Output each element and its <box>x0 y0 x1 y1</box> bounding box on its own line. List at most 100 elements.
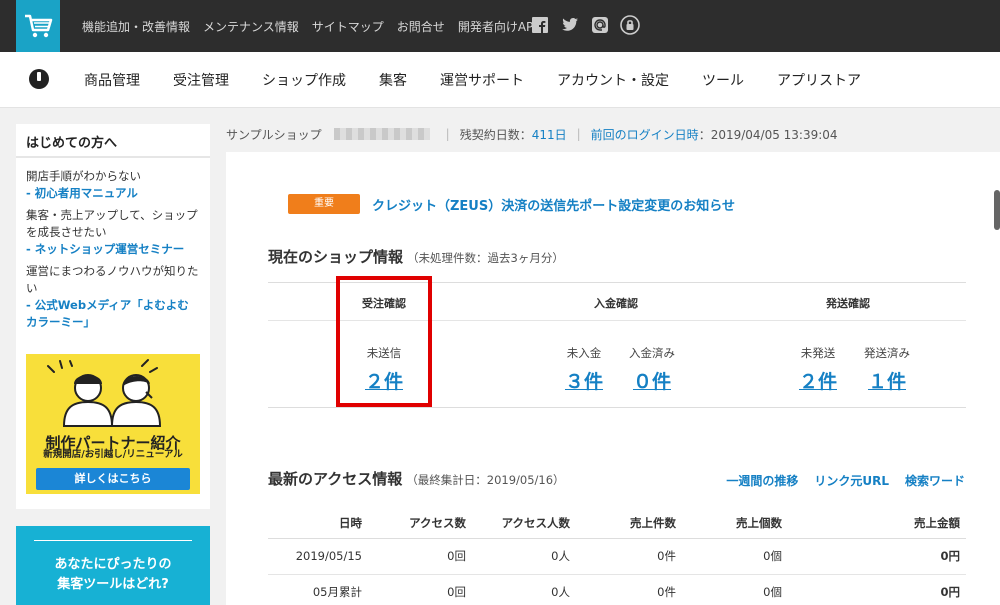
shop-info-subtitle: （未処理件数：過去3ヶ月分） <box>407 251 564 265</box>
important-notice: 重要 クレジット（ZEUS）決済の送信先ポート設定変更のお知らせ <box>288 194 735 214</box>
sidebar-link-seminar[interactable]: - ネットショップ運営セミナー <box>26 241 200 258</box>
table-cell: 2019/05/15 <box>268 538 368 575</box>
cart-icon <box>25 14 53 38</box>
sidebar-text: 開店手順がわからない <box>26 169 141 183</box>
shop-info-heading: 現在のショップ情報 <box>268 248 404 266</box>
table-row: 2019/05/15 0回 0人 0件 0個 0円 <box>268 538 966 575</box>
highlight-box <box>336 276 432 407</box>
facebook-icon[interactable] <box>530 15 550 35</box>
lock-icon[interactable] <box>620 15 640 35</box>
people-illustration-icon <box>47 359 162 427</box>
sidebar-text: 運営にまつわるノウハウが知りたい <box>26 264 199 295</box>
cell-label: 未入金 <box>566 346 602 360</box>
shop-name: サンプルショップ <box>226 127 322 142</box>
contract-days-label: 残契約日数： <box>459 127 532 142</box>
access-info-title: 最新のアクセス情報 （最終集計日：2019/05/16） <box>268 468 565 489</box>
top-link-maintenance[interactable]: メンテナンス情報 <box>203 18 299 35</box>
cell-label: 入金済み <box>629 346 675 360</box>
unshipped-count-link[interactable]: ２件 <box>790 367 846 394</box>
cell-label: 未発送 <box>800 346 836 360</box>
unshipped-cell: 未発送 ２件 <box>790 345 846 394</box>
top-bar: 機能追加・改善情報 メンテナンス情報 サイトマップ お問合せ 開発者向けAPI <box>0 0 1000 52</box>
sidebar-link-media[interactable]: - 公式Webメディア「よむよむカラーミー」 <box>26 297 200 331</box>
table-cell: 0回 <box>368 538 472 575</box>
sidebar-title: はじめての方へ <box>16 124 210 158</box>
search-words-link[interactable]: 検索ワード <box>905 472 965 489</box>
cart-logo[interactable] <box>16 0 60 52</box>
shop-info-strip: サンプルショップ | 残契約日数： 411日 | 前回のログイン日時 ：2019… <box>226 124 838 144</box>
nav-item-tools[interactable]: ツール <box>702 70 744 90</box>
access-info-subtitle: （最終集計日：2019/05/16） <box>406 473 565 487</box>
shipped-cell: 発送済み １件 <box>854 345 920 394</box>
column-header: アクセス人数 <box>472 508 576 539</box>
notice-link[interactable]: クレジット（ZEUS）決済の送信先ポート設定変更のお知らせ <box>372 195 735 214</box>
sidebar-beginners: はじめての方へ 開店手順がわからない - 初心者用マニュアル 集客・売上アップし… <box>16 124 210 509</box>
table-cell: 05月累計 <box>268 574 368 605</box>
banner-details-button[interactable]: 詳しくはこちら <box>36 468 190 490</box>
table-cell: 0件 <box>576 538 682 575</box>
paid-count-link[interactable]: ０件 <box>620 367 684 394</box>
access-info-heading: 最新のアクセス情報 <box>268 470 403 488</box>
column-header: 売上件数 <box>576 508 682 539</box>
top-link-api[interactable]: 開発者向けAPI <box>458 18 537 35</box>
top-link-sitemap[interactable]: サイトマップ <box>312 18 384 35</box>
unpaid-count-link[interactable]: ３件 <box>556 367 612 394</box>
promo-line: あなたにぴったりの <box>54 557 172 572</box>
mail-icon[interactable] <box>590 15 610 35</box>
column-header: 発送確認 <box>826 297 870 310</box>
top-link-contact[interactable]: お問合せ <box>397 18 445 35</box>
access-table: 日時 アクセス数 アクセス人数 売上件数 売上個数 売上金額 2019/05/1… <box>268 508 966 605</box>
nav-item-marketing[interactable]: 集客 <box>379 70 407 90</box>
table-cell: 0円 <box>788 574 966 605</box>
nav-item-orders[interactable]: 受注管理 <box>173 70 229 90</box>
top-links: 機能追加・改善情報 メンテナンス情報 サイトマップ お問合せ 開発者向けAPI <box>82 0 550 52</box>
main-nav: 商品管理 受注管理 ショップ作成 集客 運営サポート アカウント・設定 ツール … <box>0 52 1000 108</box>
nav-item-support[interactable]: 運営サポート <box>440 70 524 90</box>
shipped-count-link[interactable]: １件 <box>854 367 920 394</box>
nav-item-products[interactable]: 商品管理 <box>84 70 140 90</box>
social-icons <box>530 15 640 35</box>
last-login-value: ：2019/04/05 13:39:04 <box>698 127 838 142</box>
table-cell: 0回 <box>368 574 472 605</box>
table-cell: 0人 <box>472 574 576 605</box>
table-cell: 0件 <box>576 574 682 605</box>
divider: | <box>576 127 581 141</box>
column-header: 日時 <box>268 508 368 539</box>
promo-line: 集客ツールはどれ? <box>57 577 169 592</box>
referrer-url-link[interactable]: リンク元URL <box>814 472 889 489</box>
nav-items: 商品管理 受注管理 ショップ作成 集客 運営サポート アカウント・設定 ツール … <box>84 52 894 108</box>
marketing-tool-promo[interactable]: あなたにぴったりの 集客ツールはどれ? <box>16 526 210 605</box>
banner-title: 制作パートナー紹介 <box>45 434 181 452</box>
cell-label: 発送済み <box>864 346 910 360</box>
column-header: 売上個数 <box>682 508 788 539</box>
dashboard-panel: 重要 クレジット（ZEUS）決済の送信先ポート設定変更のお知らせ 現在のショップ… <box>226 152 1000 605</box>
shop-info-title: 現在のショップ情報 （未処理件数：過去3ヶ月分） <box>268 246 564 267</box>
table-row: 05月累計 0回 0人 0件 0個 0円 <box>268 574 966 605</box>
sidebar-body: 開店手順がわからない - 初心者用マニュアル 集客・売上アップして、ショップを成… <box>16 158 210 331</box>
nav-item-shop-design[interactable]: ショップ作成 <box>262 70 346 90</box>
column-header: 入金確認 <box>594 297 638 310</box>
promo-text: あなたにぴったりの 集客ツールはどれ? <box>34 540 192 595</box>
nav-item-account[interactable]: アカウント・設定 <box>557 70 669 90</box>
sidebar-link-manual[interactable]: - 初心者用マニュアル <box>26 185 200 202</box>
partner-banner[interactable]: 新規開店/お引越し/リニューアル 詳しくはこちら 制作パートナー紹介 <box>26 354 200 494</box>
top-link-features[interactable]: 機能追加・改善情報 <box>82 18 190 35</box>
weekly-trend-link[interactable]: 一週間の推移 <box>726 472 798 489</box>
table-header-row: 日時 アクセス数 アクセス人数 売上件数 売上個数 売上金額 <box>268 508 966 539</box>
important-badge: 重要 <box>288 194 360 214</box>
column-header: 売上金額 <box>788 508 966 539</box>
scrollbar[interactable] <box>994 190 1000 230</box>
last-login-label[interactable]: 前回のログイン日時 <box>591 126 699 143</box>
column-header: アクセス数 <box>368 508 472 539</box>
divider: | <box>445 127 450 141</box>
colorme-logo-icon[interactable] <box>29 69 49 89</box>
sidebar-text: 集客・売上アップして、ショップを成長させたい <box>26 208 198 239</box>
nav-item-app-store[interactable]: アプリストア <box>777 70 861 90</box>
table-cell: 0円 <box>788 538 966 575</box>
twitter-icon[interactable] <box>560 15 580 35</box>
shipping-check-column: 発送確認 未発送 ２件 発送済み １件 <box>732 283 964 409</box>
blurred-shop-id <box>333 128 430 140</box>
table-cell: 0人 <box>472 538 576 575</box>
unpaid-cell: 未入金 ３件 <box>556 345 612 394</box>
contract-days-value: 411日 <box>531 127 567 142</box>
